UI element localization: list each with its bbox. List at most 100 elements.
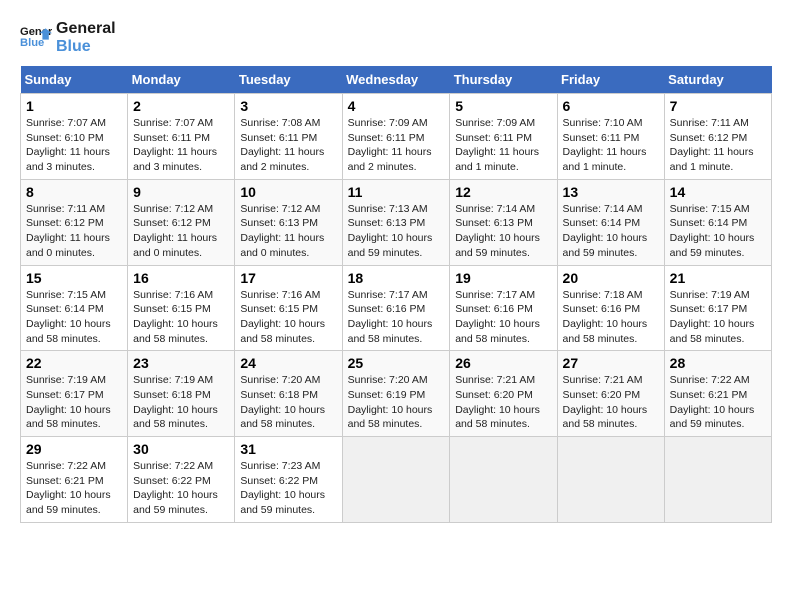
day-cell-31: 31 Sunrise: 7:23 AM Sunset: 6:22 PM Dayl… [235,437,342,523]
day-info: Sunrise: 7:22 AM Sunset: 6:21 PM Dayligh… [26,459,122,518]
day-cell-23: 23 Sunrise: 7:19 AM Sunset: 6:18 PM Dayl… [128,351,235,437]
day-number: 23 [133,355,229,371]
day-cell-16: 16 Sunrise: 7:16 AM Sunset: 6:15 PM Dayl… [128,265,235,351]
logo-blue: Blue [56,38,116,56]
day-info: Sunrise: 7:10 AM Sunset: 6:11 PM Dayligh… [563,116,659,175]
day-number: 16 [133,270,229,286]
day-number: 26 [455,355,551,371]
day-cell-8: 8 Sunrise: 7:11 AM Sunset: 6:12 PM Dayli… [21,179,128,265]
day-number: 25 [348,355,445,371]
day-cell-17: 17 Sunrise: 7:16 AM Sunset: 6:15 PM Dayl… [235,265,342,351]
day-cell-6: 6 Sunrise: 7:10 AM Sunset: 6:11 PM Dayli… [557,94,664,180]
day-cell-26: 26 Sunrise: 7:21 AM Sunset: 6:20 PM Dayl… [450,351,557,437]
empty-cell-w4-d3 [342,437,450,523]
day-cell-4: 4 Sunrise: 7:09 AM Sunset: 6:11 PM Dayli… [342,94,450,180]
day-info: Sunrise: 7:21 AM Sunset: 6:20 PM Dayligh… [563,373,659,432]
day-number: 9 [133,184,229,200]
day-info: Sunrise: 7:20 AM Sunset: 6:18 PM Dayligh… [240,373,336,432]
day-info: Sunrise: 7:13 AM Sunset: 6:13 PM Dayligh… [348,202,445,261]
day-cell-24: 24 Sunrise: 7:20 AM Sunset: 6:18 PM Dayl… [235,351,342,437]
day-info: Sunrise: 7:17 AM Sunset: 6:16 PM Dayligh… [348,288,445,347]
empty-cell-w4-d4 [450,437,557,523]
day-cell-2: 2 Sunrise: 7:07 AM Sunset: 6:11 PM Dayli… [128,94,235,180]
day-number: 24 [240,355,336,371]
day-number: 18 [348,270,445,286]
day-number: 30 [133,441,229,457]
weekday-header-row: Sunday Monday Tuesday Wednesday Thursday… [21,66,772,94]
day-cell-12: 12 Sunrise: 7:14 AM Sunset: 6:13 PM Dayl… [450,179,557,265]
day-number: 15 [26,270,122,286]
day-cell-19: 19 Sunrise: 7:17 AM Sunset: 6:16 PM Dayl… [450,265,557,351]
header-sunday: Sunday [21,66,128,94]
week-row-1: 1 Sunrise: 7:07 AM Sunset: 6:10 PM Dayli… [21,94,772,180]
day-info: Sunrise: 7:09 AM Sunset: 6:11 PM Dayligh… [455,116,551,175]
day-cell-14: 14 Sunrise: 7:15 AM Sunset: 6:14 PM Dayl… [664,179,771,265]
week-row-5: 29 Sunrise: 7:22 AM Sunset: 6:21 PM Dayl… [21,437,772,523]
logo-general: General [56,20,116,38]
day-info: Sunrise: 7:11 AM Sunset: 6:12 PM Dayligh… [670,116,766,175]
calendar: Sunday Monday Tuesday Wednesday Thursday… [20,66,772,523]
day-number: 11 [348,184,445,200]
day-info: Sunrise: 7:19 AM Sunset: 6:17 PM Dayligh… [26,373,122,432]
day-cell-10: 10 Sunrise: 7:12 AM Sunset: 6:13 PM Dayl… [235,179,342,265]
header-monday: Monday [128,66,235,94]
header: General Blue General Blue [20,20,772,56]
day-info: Sunrise: 7:12 AM Sunset: 6:12 PM Dayligh… [133,202,229,261]
day-info: Sunrise: 7:18 AM Sunset: 6:16 PM Dayligh… [563,288,659,347]
day-number: 29 [26,441,122,457]
logo-icon: General Blue [20,22,52,54]
day-info: Sunrise: 7:12 AM Sunset: 6:13 PM Dayligh… [240,202,336,261]
day-cell-18: 18 Sunrise: 7:17 AM Sunset: 6:16 PM Dayl… [342,265,450,351]
day-info: Sunrise: 7:15 AM Sunset: 6:14 PM Dayligh… [670,202,766,261]
week-row-3: 15 Sunrise: 7:15 AM Sunset: 6:14 PM Dayl… [21,265,772,351]
header-wednesday: Wednesday [342,66,450,94]
day-cell-3: 3 Sunrise: 7:08 AM Sunset: 6:11 PM Dayli… [235,94,342,180]
day-info: Sunrise: 7:11 AM Sunset: 6:12 PM Dayligh… [26,202,122,261]
day-number: 20 [563,270,659,286]
day-cell-28: 28 Sunrise: 7:22 AM Sunset: 6:21 PM Dayl… [664,351,771,437]
day-cell-27: 27 Sunrise: 7:21 AM Sunset: 6:20 PM Dayl… [557,351,664,437]
day-info: Sunrise: 7:20 AM Sunset: 6:19 PM Dayligh… [348,373,445,432]
day-info: Sunrise: 7:14 AM Sunset: 6:14 PM Dayligh… [563,202,659,261]
day-number: 12 [455,184,551,200]
day-info: Sunrise: 7:07 AM Sunset: 6:10 PM Dayligh… [26,116,122,175]
day-cell-11: 11 Sunrise: 7:13 AM Sunset: 6:13 PM Dayl… [342,179,450,265]
logo: General Blue General Blue [20,20,116,56]
day-number: 8 [26,184,122,200]
day-cell-20: 20 Sunrise: 7:18 AM Sunset: 6:16 PM Dayl… [557,265,664,351]
day-cell-22: 22 Sunrise: 7:19 AM Sunset: 6:17 PM Dayl… [21,351,128,437]
day-number: 5 [455,98,551,114]
day-number: 28 [670,355,766,371]
week-row-4: 22 Sunrise: 7:19 AM Sunset: 6:17 PM Dayl… [21,351,772,437]
day-number: 14 [670,184,766,200]
day-number: 2 [133,98,229,114]
empty-cell-w4-d5 [557,437,664,523]
day-info: Sunrise: 7:09 AM Sunset: 6:11 PM Dayligh… [348,116,445,175]
day-cell-21: 21 Sunrise: 7:19 AM Sunset: 6:17 PM Dayl… [664,265,771,351]
day-info: Sunrise: 7:17 AM Sunset: 6:16 PM Dayligh… [455,288,551,347]
day-cell-7: 7 Sunrise: 7:11 AM Sunset: 6:12 PM Dayli… [664,94,771,180]
header-saturday: Saturday [664,66,771,94]
svg-text:Blue: Blue [20,37,44,49]
day-info: Sunrise: 7:22 AM Sunset: 6:21 PM Dayligh… [670,373,766,432]
day-cell-15: 15 Sunrise: 7:15 AM Sunset: 6:14 PM Dayl… [21,265,128,351]
day-cell-1: 1 Sunrise: 7:07 AM Sunset: 6:10 PM Dayli… [21,94,128,180]
day-info: Sunrise: 7:16 AM Sunset: 6:15 PM Dayligh… [133,288,229,347]
day-number: 21 [670,270,766,286]
empty-cell-w4-d6 [664,437,771,523]
day-cell-5: 5 Sunrise: 7:09 AM Sunset: 6:11 PM Dayli… [450,94,557,180]
day-cell-30: 30 Sunrise: 7:22 AM Sunset: 6:22 PM Dayl… [128,437,235,523]
day-info: Sunrise: 7:23 AM Sunset: 6:22 PM Dayligh… [240,459,336,518]
week-row-2: 8 Sunrise: 7:11 AM Sunset: 6:12 PM Dayli… [21,179,772,265]
day-number: 1 [26,98,122,114]
day-number: 22 [26,355,122,371]
day-info: Sunrise: 7:19 AM Sunset: 6:17 PM Dayligh… [670,288,766,347]
day-number: 6 [563,98,659,114]
day-cell-25: 25 Sunrise: 7:20 AM Sunset: 6:19 PM Dayl… [342,351,450,437]
day-number: 31 [240,441,336,457]
day-info: Sunrise: 7:15 AM Sunset: 6:14 PM Dayligh… [26,288,122,347]
day-info: Sunrise: 7:22 AM Sunset: 6:22 PM Dayligh… [133,459,229,518]
day-number: 3 [240,98,336,114]
day-info: Sunrise: 7:21 AM Sunset: 6:20 PM Dayligh… [455,373,551,432]
day-info: Sunrise: 7:14 AM Sunset: 6:13 PM Dayligh… [455,202,551,261]
